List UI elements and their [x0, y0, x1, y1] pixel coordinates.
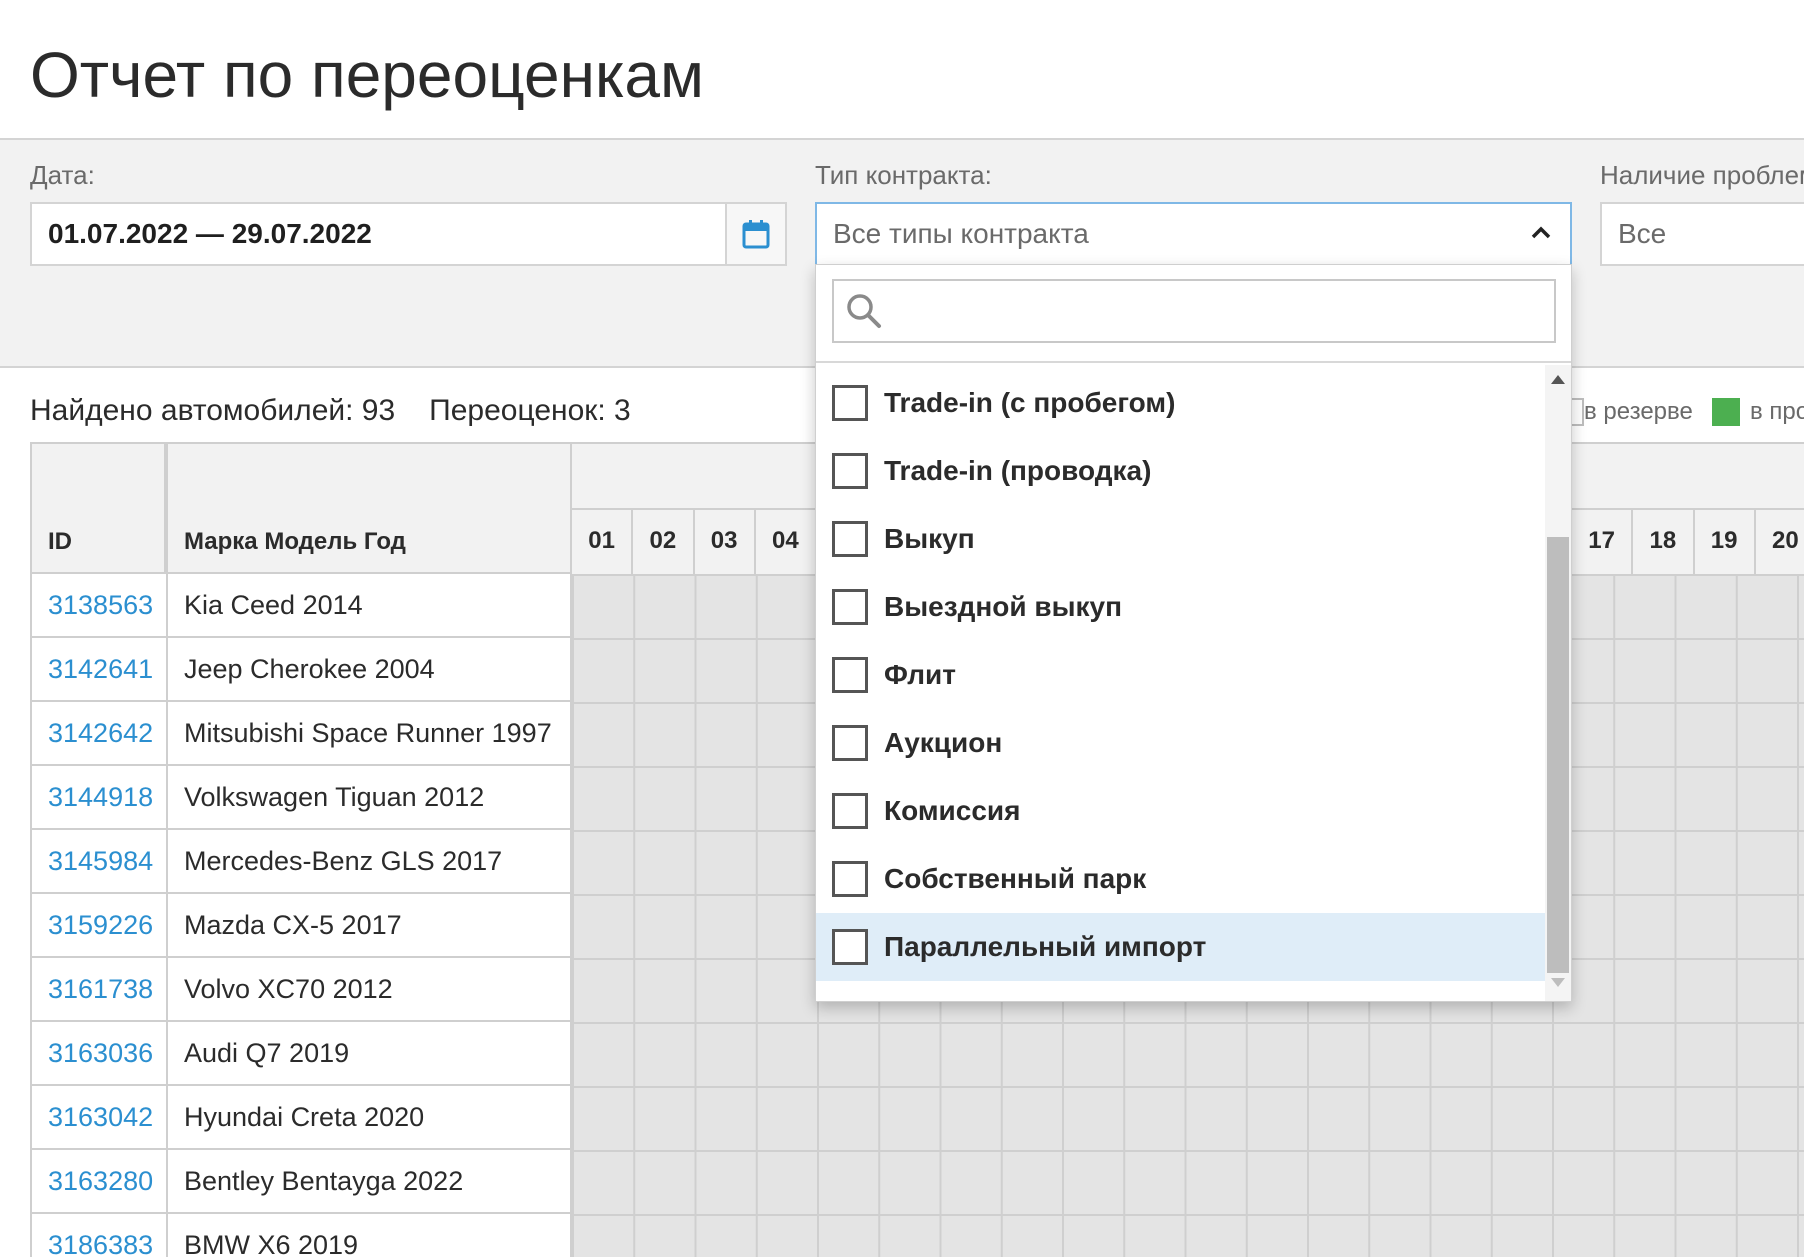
vehicle-id-link[interactable]: 3145984	[30, 830, 166, 894]
table-row: 3159226 Mazda CX-5 2017	[30, 894, 572, 958]
day-header: 19	[1694, 508, 1756, 574]
day-header: 20	[1755, 508, 1804, 574]
option-checkbox[interactable]	[832, 657, 868, 693]
date-label: Дата:	[30, 160, 95, 190]
dropdown-search-input[interactable]	[832, 279, 1556, 343]
vehicle-id-link[interactable]: 3161738	[30, 958, 166, 1022]
option-label: Комиссия	[884, 795, 1021, 826]
scroll-thumb[interactable]	[1547, 537, 1569, 973]
calendar-button[interactable]	[725, 204, 785, 264]
table-row: 3138563 Kia Ceed 2014	[30, 574, 572, 638]
vehicle-model: Hyundai Creta 2020	[166, 1086, 572, 1150]
problems-select[interactable]: Все	[1600, 202, 1804, 266]
option-label: Собственный парк	[884, 863, 1147, 894]
day-header: 01	[572, 508, 634, 574]
option-label: Параллельный импорт	[884, 931, 1207, 962]
option-checkbox[interactable]	[832, 385, 868, 421]
vehicle-id-link[interactable]: 3163036	[30, 1022, 166, 1086]
vehicle-id-link[interactable]: 3186383	[30, 1214, 166, 1257]
option-commission[interactable]: Комиссия	[816, 777, 1546, 845]
contract-type-dropdown: Trade-in (с пробегом) Trade-in (проводка…	[815, 264, 1572, 1002]
page-title: Отчет по переоценкам	[30, 39, 704, 111]
scroll-up-arrow-icon[interactable]	[1551, 375, 1565, 384]
option-field-buyout[interactable]: Выездной выкуп	[816, 573, 1546, 641]
option-buyout[interactable]: Выкуп	[816, 505, 1546, 573]
vehicle-id-link[interactable]: 3138563	[30, 574, 166, 638]
table-row: 3163042 Hyundai Creta 2020	[30, 1086, 572, 1150]
option-checkbox[interactable]	[832, 453, 868, 489]
contract-type-select[interactable]: Все типы контракта	[815, 202, 1572, 266]
revaluations-count: Переоценок: 3	[429, 394, 631, 427]
legend-reserve-label: в резерве	[1584, 398, 1693, 425]
calendar-icon	[742, 220, 770, 249]
vehicle-id-link[interactable]: 3144918	[30, 766, 166, 830]
vehicle-model: Mitsubishi Space Runner 1997	[166, 702, 572, 766]
option-checkbox[interactable]	[832, 929, 868, 965]
vehicle-id-link[interactable]: 3163280	[30, 1150, 166, 1214]
legend-sale-swatch	[1712, 398, 1740, 426]
vehicle-model: BMW X6 2019	[166, 1214, 572, 1257]
table-row: 3142642 Mitsubishi Space Runner 1997	[30, 702, 572, 766]
results-summary: Найдено автомобилей: 93 Переоценок: 3	[30, 388, 631, 434]
vehicle-model: Jeep Cherokee 2004	[166, 638, 572, 702]
option-trade-in-posting[interactable]: Trade-in (проводка)	[816, 437, 1546, 505]
dropdown-scrollbar[interactable]	[1545, 365, 1571, 1001]
option-label: Trade-in (с пробегом)	[884, 387, 1176, 418]
chevron-up-icon	[1531, 226, 1551, 239]
date-range-value: 01.07.2022 — 29.07.2022	[48, 218, 372, 249]
scroll-down-arrow-icon[interactable]	[1551, 978, 1565, 987]
option-checkbox[interactable]	[832, 521, 868, 557]
option-checkbox[interactable]	[832, 725, 868, 761]
column-header-id[interactable]: ID	[30, 442, 166, 574]
option-checkbox[interactable]	[832, 793, 868, 829]
vehicle-id-link[interactable]: 3142642	[30, 702, 166, 766]
vehicle-model: Volvo XC70 2012	[166, 958, 572, 1022]
date-range-field[interactable]: 01.07.2022 — 29.07.2022	[30, 202, 787, 266]
contract-type-label: Тип контракта:	[815, 160, 992, 190]
vehicle-model: Bentley Bentayga 2022	[166, 1150, 572, 1214]
search-icon	[847, 294, 881, 328]
vehicle-model: Volkswagen Tiguan 2012	[166, 766, 572, 830]
found-count: Найдено автомобилей: 93	[30, 394, 396, 427]
vehicle-id-link[interactable]: 3142641	[30, 638, 166, 702]
option-fleet[interactable]: Флит	[816, 641, 1546, 709]
option-label: Trade-in (проводка)	[884, 455, 1152, 486]
day-header: 18	[1633, 508, 1695, 574]
option-trade-in-mileage[interactable]: Trade-in (с пробегом)	[816, 369, 1546, 437]
table-row: 3163036 Audi Q7 2019	[30, 1022, 572, 1086]
option-checkbox[interactable]	[832, 861, 868, 897]
contract-type-placeholder: Все типы контракта	[833, 218, 1089, 249]
table-row: 3142641 Jeep Cherokee 2004	[30, 638, 572, 702]
option-label: Аукцион	[884, 727, 1003, 758]
option-checkbox[interactable]	[832, 589, 868, 625]
table-row: 3144918 Volkswagen Tiguan 2012	[30, 766, 572, 830]
problems-value: Все	[1618, 218, 1667, 249]
column-header-model[interactable]: Марка Модель Год	[166, 442, 572, 574]
day-header: 04	[755, 508, 817, 574]
option-list: Trade-in (с пробегом) Trade-in (проводка…	[816, 365, 1546, 985]
option-parallel-import[interactable]: Параллельный импорт	[816, 913, 1546, 981]
vehicle-model: Mercedes-Benz GLS 2017	[166, 830, 572, 894]
problems-label: Наличие проблем	[1600, 160, 1804, 190]
vehicle-id-link[interactable]: 3159226	[30, 894, 166, 958]
table-row: 3163280 Bentley Bentayga 2022	[30, 1150, 572, 1214]
table-row: 3145984 Mercedes-Benz GLS 2017	[30, 830, 572, 894]
table-row: 3186383 BMW X6 2019	[30, 1214, 572, 1257]
day-header: 17	[1572, 508, 1634, 574]
day-header: 03	[694, 508, 756, 574]
table-row: 3161738 Volvo XC70 2012	[30, 958, 572, 1022]
vehicle-id-link[interactable]: 3163042	[30, 1086, 166, 1150]
vehicle-model: Audi Q7 2019	[166, 1022, 572, 1086]
option-label: Выездной выкуп	[884, 591, 1123, 622]
day-header: 02	[633, 508, 695, 574]
legend-sale-label: в про	[1750, 398, 1804, 425]
vehicle-model: Mazda CX-5 2017	[166, 894, 572, 958]
option-label: Флит	[884, 659, 956, 690]
option-auction[interactable]: Аукцион	[816, 709, 1546, 777]
dropdown-divider	[816, 361, 1571, 363]
option-label: Выкуп	[884, 523, 975, 554]
option-own-fleet[interactable]: Собственный парк	[816, 845, 1546, 913]
vehicle-model: Kia Ceed 2014	[166, 574, 572, 638]
